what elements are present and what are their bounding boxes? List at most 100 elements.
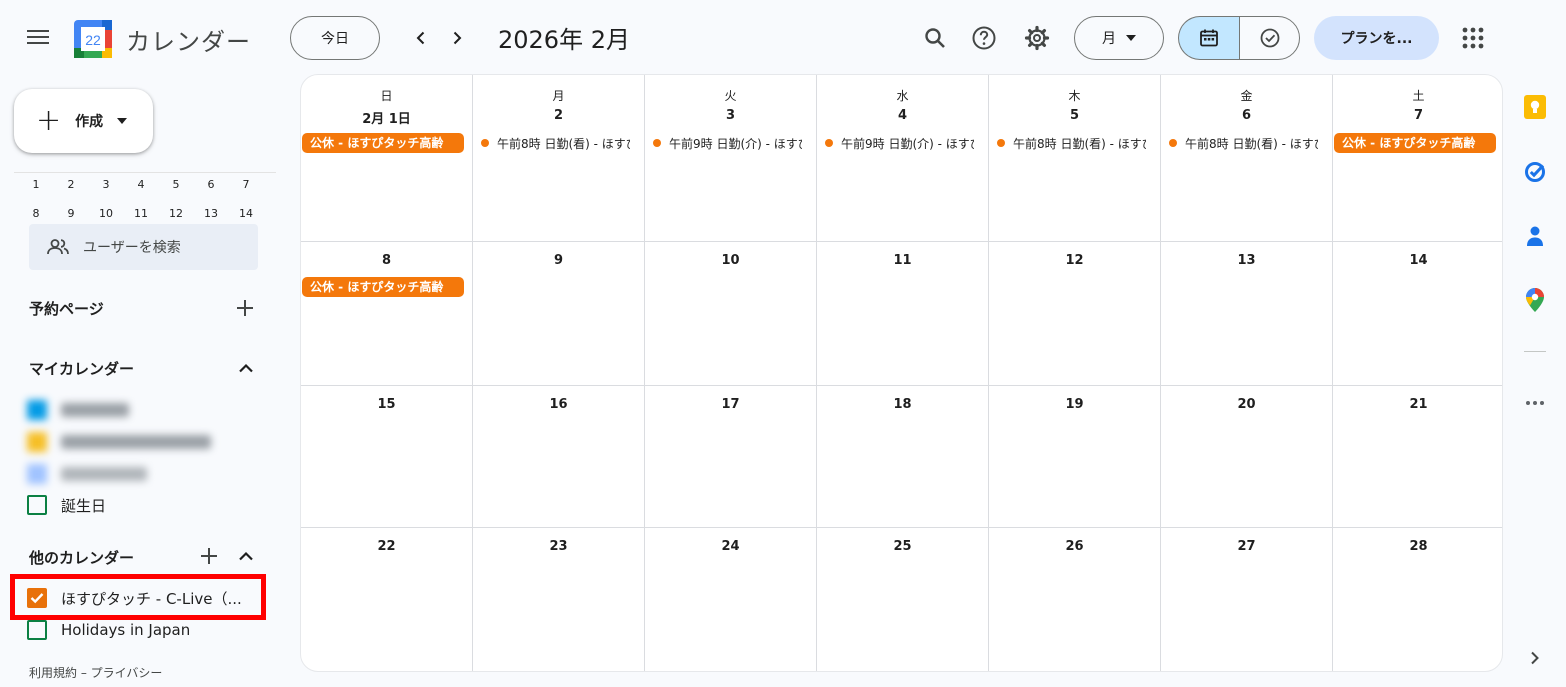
- day-number[interactable]: 4: [817, 108, 988, 123]
- day-cell[interactable]: 9: [473, 242, 645, 386]
- day-number[interactable]: 12: [989, 253, 1160, 268]
- day-cell[interactable]: 23: [473, 528, 645, 671]
- expand-side-panel-button[interactable]: [1520, 643, 1550, 673]
- search-button[interactable]: [915, 18, 955, 58]
- day-cell[interactable]: 12: [989, 242, 1161, 386]
- calendar-item-holidays-japan[interactable]: Holidays in Japan: [27, 616, 190, 644]
- mini-calendar-day[interactable]: 9: [55, 207, 87, 220]
- day-cell[interactable]: 15: [301, 386, 473, 528]
- day-number[interactable]: 16: [473, 397, 644, 412]
- day-cell[interactable]: 10: [645, 242, 817, 386]
- checkbox-icon[interactable]: [27, 620, 47, 640]
- mini-calendar-day[interactable]: 5: [160, 178, 192, 191]
- day-cell[interactable]: 土 7 公休 - ほすぴタッチ高齢: [1333, 75, 1502, 242]
- day-number[interactable]: 10: [645, 253, 816, 268]
- mini-calendar-day[interactable]: 3: [90, 178, 122, 191]
- obscured-calendar-item[interactable]: [27, 463, 147, 485]
- day-number[interactable]: 7: [1333, 108, 1502, 123]
- day-cell[interactable]: 14: [1333, 242, 1502, 386]
- tasks-view-toggle[interactable]: [1239, 16, 1300, 60]
- day-cell[interactable]: 26: [989, 528, 1161, 671]
- mini-calendar-day[interactable]: 11: [125, 207, 157, 220]
- day-number[interactable]: 11: [817, 253, 988, 268]
- obscured-calendar-item[interactable]: [27, 431, 211, 453]
- day-number[interactable]: 3: [645, 108, 816, 123]
- day-number[interactable]: 23: [473, 539, 644, 554]
- day-number[interactable]: 17: [645, 397, 816, 412]
- day-cell[interactable]: 月 2 午前8時 日勤(看) - ほすぴ: [473, 75, 645, 242]
- checkbox-icon[interactable]: [27, 495, 47, 515]
- day-cell[interactable]: 8 公休 - ほすぴタッチ高齢: [301, 242, 473, 386]
- day-cell[interactable]: 22: [301, 528, 473, 671]
- add-other-calendar-button[interactable]: [196, 543, 222, 569]
- help-button[interactable]: [964, 18, 1004, 58]
- timed-event[interactable]: 午前8時 日勤(看) - ほすぴ: [997, 133, 1146, 153]
- day-cell[interactable]: 21: [1333, 386, 1502, 528]
- day-number[interactable]: 9: [473, 253, 644, 268]
- day-cell[interactable]: 27: [1161, 528, 1333, 671]
- other-calendars-heading[interactable]: 他のカレンダー: [29, 547, 134, 568]
- day-cell[interactable]: 13: [1161, 242, 1333, 386]
- day-number[interactable]: 20: [1161, 397, 1332, 412]
- day-number[interactable]: 14: [1333, 253, 1502, 268]
- settings-button[interactable]: [1017, 18, 1057, 58]
- mini-calendar-day[interactable]: 10: [90, 207, 122, 220]
- day-number[interactable]: 21: [1333, 397, 1502, 412]
- add-booking-page-button[interactable]: [232, 295, 258, 321]
- day-number[interactable]: 26: [989, 539, 1160, 554]
- view-switcher-dropdown[interactable]: 月: [1074, 16, 1164, 60]
- day-number[interactable]: 6: [1161, 108, 1332, 123]
- day-cell[interactable]: 16: [473, 386, 645, 528]
- terms-privacy-links[interactable]: 利用規約 – プライバシー: [29, 664, 162, 681]
- day-cell[interactable]: 17: [645, 386, 817, 528]
- all-day-event-chip[interactable]: 公休 - ほすぴタッチ高齢: [302, 133, 464, 153]
- maps-icon[interactable]: [1520, 285, 1550, 315]
- collapse-other-calendars-button[interactable]: [233, 543, 259, 569]
- day-cell[interactable]: 11: [817, 242, 989, 386]
- day-number[interactable]: 15: [301, 397, 472, 412]
- contacts-icon[interactable]: [1520, 221, 1550, 251]
- timed-event[interactable]: 午前8時 日勤(看) - ほすぴ: [481, 133, 630, 153]
- all-day-event-chip[interactable]: 公休 - ほすぴタッチ高齢: [1334, 133, 1496, 153]
- more-apps-icon[interactable]: [1520, 388, 1550, 418]
- day-number[interactable]: 19: [989, 397, 1160, 412]
- previous-month-button[interactable]: [405, 22, 437, 54]
- my-calendars-heading[interactable]: マイカレンダー: [29, 358, 134, 379]
- day-number[interactable]: 28: [1333, 539, 1502, 554]
- day-cell[interactable]: 木 5 午前8時 日勤(看) - ほすぴ: [989, 75, 1161, 242]
- day-number[interactable]: 27: [1161, 539, 1332, 554]
- day-cell[interactable]: 日 2月 1日 公休 - ほすぴタッチ高齢: [301, 75, 473, 242]
- mini-calendar-day[interactable]: 4: [125, 178, 157, 191]
- day-number[interactable]: 13: [1161, 253, 1332, 268]
- mini-calendar-day[interactable]: 1: [20, 178, 52, 191]
- next-month-button[interactable]: [441, 22, 473, 54]
- day-cell[interactable]: 25: [817, 528, 989, 671]
- mini-calendar-day[interactable]: 7: [230, 178, 262, 191]
- mini-calendar-day[interactable]: 12: [160, 207, 192, 220]
- day-cell[interactable]: 28: [1333, 528, 1502, 671]
- day-number[interactable]: 5: [989, 108, 1160, 123]
- day-cell[interactable]: 水 4 午前9時 日勤(介) - ほすぴ: [817, 75, 989, 242]
- day-cell[interactable]: 20: [1161, 386, 1333, 528]
- timed-event[interactable]: 午前8時 日勤(看) - ほすぴ: [1169, 133, 1318, 153]
- day-number[interactable]: 2月 1日: [301, 108, 472, 127]
- day-number[interactable]: 22: [301, 539, 472, 554]
- mini-calendar-day[interactable]: 13: [195, 207, 227, 220]
- today-button[interactable]: 今日: [290, 16, 380, 60]
- plan-upgrade-button[interactable]: プランを...: [1314, 16, 1439, 60]
- day-number[interactable]: 2: [473, 108, 644, 123]
- day-cell[interactable]: 19: [989, 386, 1161, 528]
- calendar-view-toggle[interactable]: [1178, 16, 1239, 60]
- day-cell[interactable]: 18: [817, 386, 989, 528]
- obscured-calendar-item[interactable]: [27, 399, 129, 421]
- day-number[interactable]: 24: [645, 539, 816, 554]
- mini-calendar-day[interactable]: 14: [230, 207, 262, 220]
- main-menu-icon[interactable]: [22, 24, 54, 52]
- checked-checkbox-icon[interactable]: [27, 588, 47, 608]
- mini-calendar-day[interactable]: 6: [195, 178, 227, 191]
- day-cell[interactable]: 火 3 午前9時 日勤(介) - ほすぴ: [645, 75, 817, 242]
- timed-event[interactable]: 午前9時 日勤(介) - ほすぴ: [825, 133, 974, 153]
- collapse-my-calendars-button[interactable]: [233, 355, 259, 381]
- day-number[interactable]: 25: [817, 539, 988, 554]
- timed-event[interactable]: 午前9時 日勤(介) - ほすぴ: [653, 133, 802, 153]
